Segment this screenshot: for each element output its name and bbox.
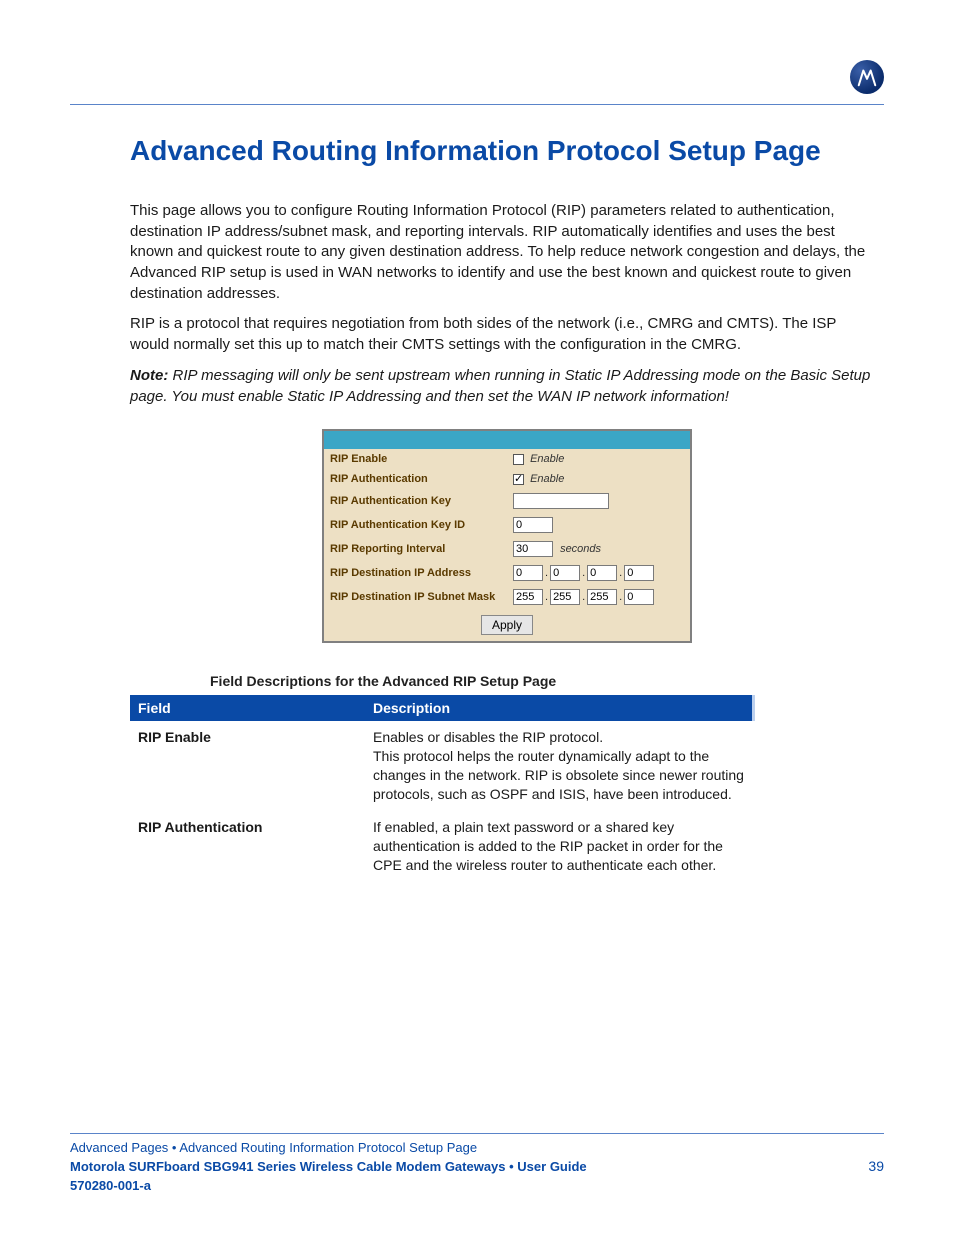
field-desc: Enables or disables the RIP protocol. Th… [365,721,754,811]
rip-setup-panel: RIP Enable Enable RIP Authentication Ena… [322,429,692,643]
rip-dest-ip-label: RIP Destination IP Address [324,561,507,585]
table-row: RIP Enable Enables or disables the RIP p… [130,721,754,811]
field-desc: If enabled, a plain text password or a s… [365,811,754,882]
apply-button[interactable]: Apply [481,615,533,635]
note-label: Note: [130,367,168,384]
rip-interval-label: RIP Reporting Interval [324,537,507,561]
col-description: Description [365,695,754,721]
footer-rule [70,1133,884,1134]
note-paragraph: Note: RIP messaging will only be sent up… [130,366,884,407]
dest-ip-octet-3[interactable] [587,565,617,581]
motorola-logo [850,60,884,94]
rip-auth-label: RIP Authentication [324,469,507,489]
dest-mask-octet-2[interactable] [550,589,580,605]
rip-dest-mask-label: RIP Destination IP Subnet Mask [324,585,507,609]
rip-interval-unit: seconds [560,543,601,555]
dest-mask-octet-1[interactable] [513,589,543,605]
panel-header-bar [324,431,690,449]
dest-ip-octet-2[interactable] [550,565,580,581]
doc-code: 570280-001-a [70,1178,884,1193]
page-footer: Advanced Pages • Advanced Routing Inform… [70,1133,884,1195]
page-number: 39 [868,1158,884,1174]
rip-auth-key-label: RIP Authentication Key [324,489,507,513]
rip-auth-key-id-input[interactable] [513,517,553,533]
note-text: RIP messaging will only be sent upstream… [130,367,870,405]
intro-paragraph-2: RIP is a protocol that requires negotiat… [130,314,884,355]
field-desc-caption: Field Descriptions for the Advanced RIP … [130,673,884,689]
field-name: RIP Enable [130,721,365,811]
rip-auth-text: Enable [530,473,564,485]
guide-title: Motorola SURFboard SBG941 Series Wireles… [70,1159,587,1174]
header-rule [70,104,884,105]
page-title: Advanced Routing Information Protocol Se… [70,135,884,167]
dest-mask-octet-3[interactable] [587,589,617,605]
field-desc-table: Field Description RIP Enable Enables or … [130,695,755,881]
field-name: RIP Authentication [130,811,365,882]
rip-auth-checkbox[interactable] [513,474,524,485]
rip-auth-key-id-label: RIP Authentication Key ID [324,513,507,537]
breadcrumb: Advanced Pages • Advanced Routing Inform… [70,1140,884,1155]
table-row: RIP Authentication If enabled, a plain t… [130,811,754,882]
dest-ip-octet-4[interactable] [624,565,654,581]
rip-auth-key-input[interactable] [513,493,609,509]
rip-enable-text: Enable [530,453,564,465]
rip-enable-label: RIP Enable [324,449,507,469]
rip-enable-checkbox[interactable] [513,454,524,465]
dest-ip-octet-1[interactable] [513,565,543,581]
col-field: Field [130,695,365,721]
rip-interval-input[interactable] [513,541,553,557]
dest-mask-octet-4[interactable] [624,589,654,605]
intro-paragraph-1: This page allows you to configure Routin… [130,201,884,304]
